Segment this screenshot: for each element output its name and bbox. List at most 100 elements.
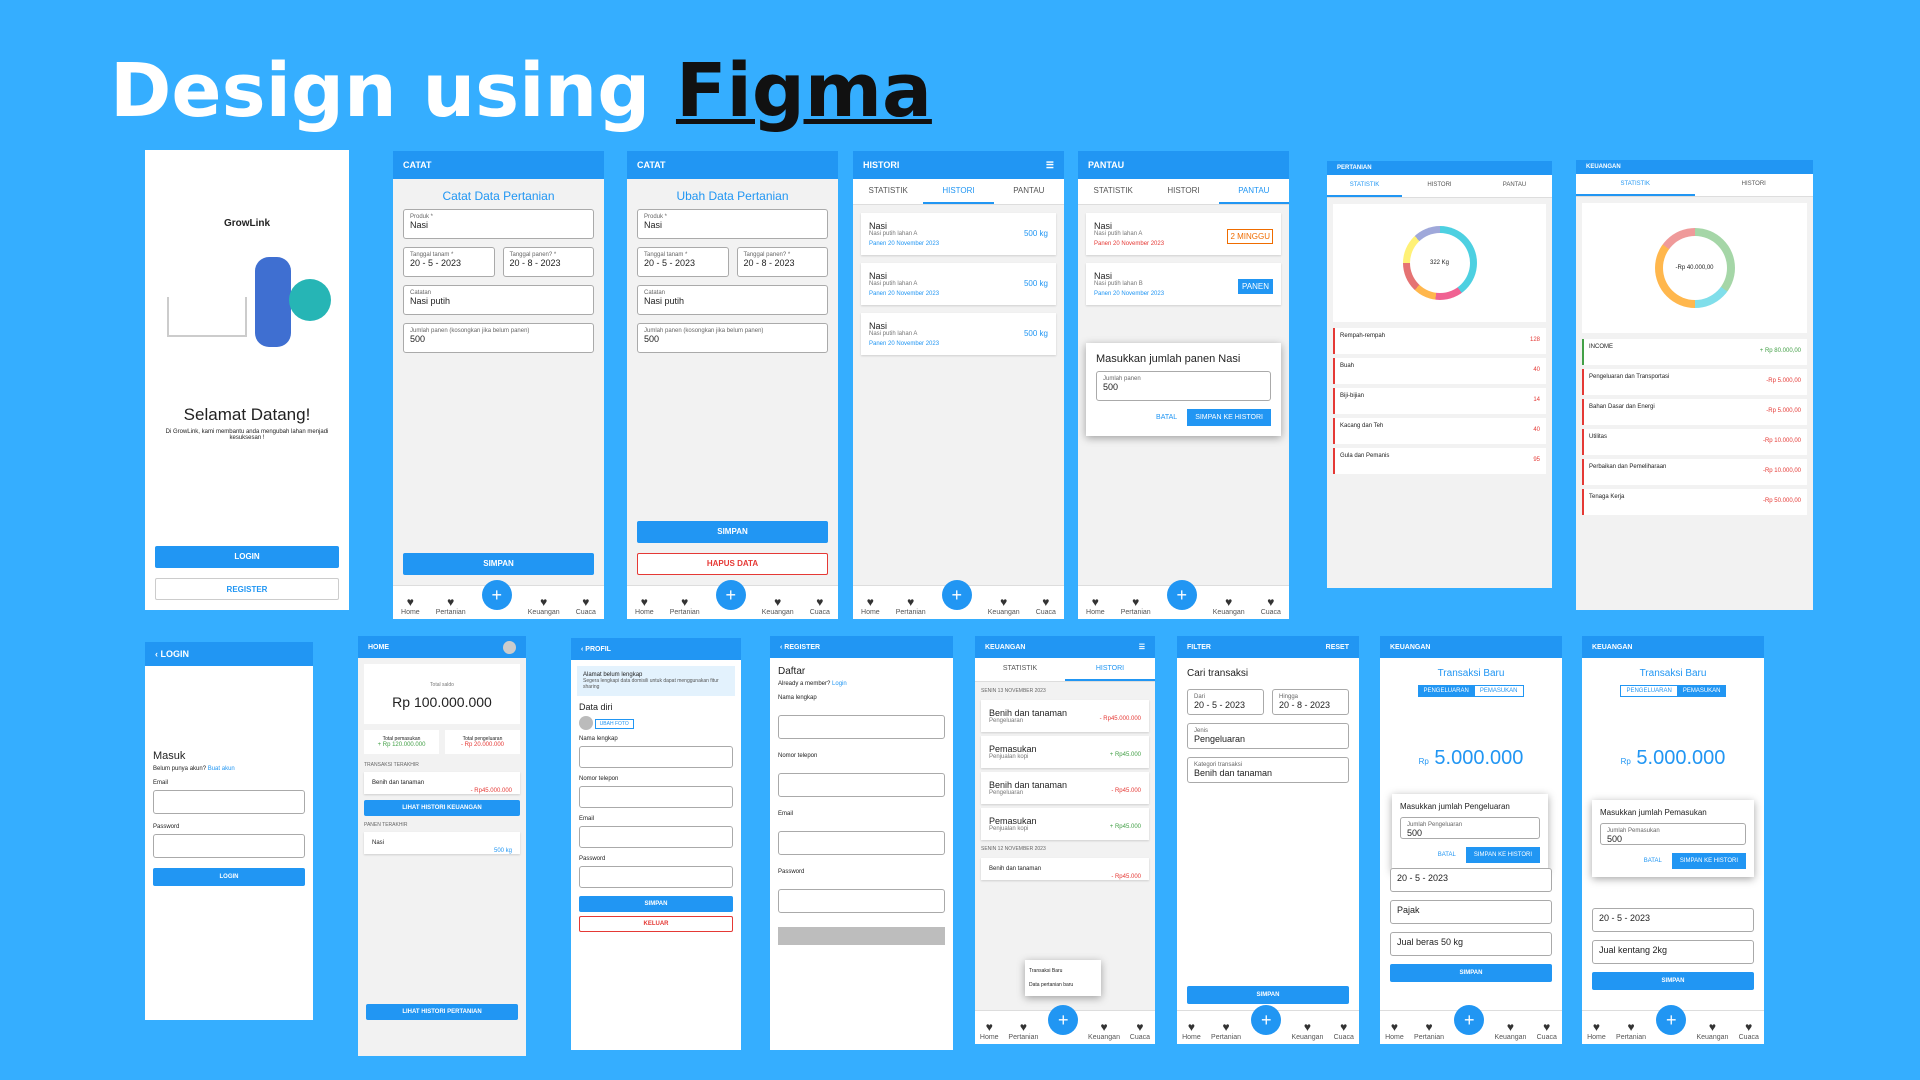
histori-pertanian-button[interactable]: LIHAT HISTORI PERTANIAN: [366, 1004, 518, 1020]
list-item[interactable]: Bahan Dasar dan Energi -Rp 5.000,00: [1582, 399, 1807, 425]
nav-cuaca[interactable]: ♥ Cuaca: [1261, 595, 1281, 616]
list-item[interactable]: Kacang dan Teh 40: [1333, 418, 1546, 444]
list-item[interactable]: Gula dan Pemanis 95: [1333, 448, 1546, 474]
list-item[interactable]: Utilitas -Rp 10.000,00: [1582, 429, 1807, 455]
kategori-select[interactable]: Kategori transaksi Benih dan tanaman: [1187, 757, 1349, 783]
tanam-field[interactable]: Tanggal tanam * 20 - 5 - 2023: [403, 247, 495, 277]
simpan-button[interactable]: SIMPAN: [1390, 964, 1552, 982]
nav-home[interactable]: ♥ Home: [980, 1020, 999, 1041]
histori-keuangan-button[interactable]: LIHAT HISTORI KEUANGAN: [364, 800, 520, 816]
panen-field[interactable]: Tanggal panen? * 20 - 8 - 2023: [736, 247, 828, 277]
batal-button[interactable]: BATAL: [1644, 858, 1662, 864]
back-icon[interactable]: ‹: [581, 646, 583, 653]
keterangan-field[interactable]: Jual beras 50 kg: [1390, 932, 1552, 956]
tanggal-field[interactable]: 20 - 5 - 2023: [1592, 908, 1754, 932]
add-button[interactable]: +: [1656, 1005, 1687, 1035]
jumlah-field[interactable]: Jumlah panen (kosongkan jika belum panen…: [637, 323, 828, 353]
telp-field[interactable]: [579, 786, 733, 808]
nav-home[interactable]: ♥ Home: [861, 595, 880, 616]
back-icon[interactable]: ‹: [780, 644, 782, 651]
nav-home[interactable]: ♥ Home: [1587, 1020, 1606, 1041]
nav-cuaca[interactable]: ♥ Cuaca: [1036, 595, 1056, 616]
tab-statistik[interactable]: STATISTIK: [975, 658, 1065, 681]
email-field[interactable]: [778, 831, 945, 855]
login-button[interactable]: LOGIN: [153, 868, 305, 886]
nav-cuaca[interactable]: ♥ Cuaca: [1130, 1020, 1150, 1041]
jumlah-field[interactable]: Jumlah Pengeluaran 500: [1400, 817, 1540, 839]
nav-keuangan[interactable]: ♥ Keuangan: [988, 595, 1020, 616]
produk-field[interactable]: Produk * Nasi: [403, 209, 594, 239]
simpan-button[interactable]: SIMPAN: [403, 553, 594, 575]
panen-field[interactable]: Tanggal panen? * 20 - 8 - 2023: [502, 247, 594, 277]
list-item[interactable]: Perbaikan dan Pemeliharaan -Rp 10.000,00: [1582, 459, 1807, 485]
seg-pengeluaran[interactable]: PENGELUARAN: [1418, 685, 1474, 697]
tab-pantau[interactable]: PANTAU: [1477, 175, 1552, 197]
nav-home[interactable]: ♥ Home: [401, 595, 420, 616]
seg-pengeluaran[interactable]: PENGELUARAN: [1620, 685, 1678, 697]
password-field[interactable]: [778, 889, 945, 913]
jumlah-field[interactable]: Jumlah panen (kosongkan jika belum panen…: [403, 323, 594, 353]
nama-field[interactable]: [778, 715, 945, 739]
nav-keuangan[interactable]: ♥ Keuangan: [528, 595, 560, 616]
list-item[interactable]: Buah 40: [1333, 358, 1546, 384]
nav-home[interactable]: ♥ Home: [635, 595, 654, 616]
simpan-histori-button[interactable]: SIMPAN KE HISTORI: [1671, 853, 1746, 869]
tab-histori[interactable]: HISTORI: [1695, 174, 1814, 196]
list-item[interactable]: Nasi Nasi putih lahan A Panen 20 November …: [861, 313, 1056, 355]
password-field[interactable]: [579, 866, 733, 888]
email-field[interactable]: [153, 790, 305, 814]
simpan-button[interactable]: SIMPAN: [579, 896, 733, 912]
tab-pantau[interactable]: PANTAU: [1218, 179, 1289, 204]
keluar-button[interactable]: KELUAR: [579, 916, 733, 932]
jumlah-field[interactable]: Jumlah Pemasukan 500: [1600, 823, 1746, 845]
list-item[interactable]: Biji-bijian 14: [1333, 388, 1546, 414]
register-button[interactable]: REGISTER: [155, 578, 339, 600]
list-item[interactable]: Rempah-rempah 128: [1333, 328, 1546, 354]
list-item[interactable]: Benih dan tanaman Pengeluaran - Rp45.000.0…: [981, 700, 1149, 732]
jumlah-field[interactable]: Jumlah panen 500: [1096, 371, 1271, 401]
list-item[interactable]: Benih dan tanaman Pengeluaran - Rp45.000: [981, 772, 1149, 804]
seg-pemasukan[interactable]: PEMASUKAN: [1473, 685, 1524, 697]
list-item[interactable]: Nasi Nasi putih lahan A Panen 20 November …: [861, 263, 1056, 305]
buat-akun-link[interactable]: Buat akun: [208, 766, 235, 772]
nav-keuangan[interactable]: ♥ Keuangan: [1494, 1020, 1526, 1041]
hingga-field[interactable]: Hingga 20 - 8 - 2023: [1272, 689, 1349, 715]
login-link[interactable]: Login: [832, 681, 847, 687]
add-button[interactable]: +: [715, 580, 746, 610]
nav-pertanian[interactable]: ♥ Pertanian: [1121, 595, 1151, 616]
nav-pertanian[interactable]: ♥ Pertanian: [1616, 1020, 1646, 1041]
nav-keuangan[interactable]: ♥ Keuangan: [1088, 1020, 1120, 1041]
email-field[interactable]: [579, 826, 733, 848]
list-item[interactable]: Benih dan tanaman - Rp45.000: [981, 858, 1149, 880]
tab-statistik[interactable]: STATISTIK: [1576, 174, 1695, 196]
nav-pertanian[interactable]: ♥ Pertanian: [436, 595, 466, 616]
nav-pertanian[interactable]: ♥ Pertanian: [1008, 1020, 1038, 1041]
dari-field[interactable]: Dari 20 - 5 - 2023: [1187, 689, 1264, 715]
tanggal-field[interactable]: 20 - 5 - 2023: [1390, 868, 1552, 892]
nav-pertanian[interactable]: ♥ Pertanian: [1414, 1020, 1444, 1041]
nama-field[interactable]: [579, 746, 733, 768]
list-item[interactable]: Tenaga Kerja -Rp 50.000,00: [1582, 489, 1807, 515]
filter-icon[interactable]: ☰: [1046, 160, 1054, 171]
batal-button[interactable]: BATAL: [1156, 414, 1177, 421]
simpan-button[interactable]: SIMPAN: [1187, 986, 1349, 1004]
simpan-histori-button[interactable]: SIMPAN KE HISTORI: [1187, 409, 1271, 426]
list-item[interactable]: INCOME + Rp 80.000,00: [1582, 339, 1807, 365]
list-item[interactable]: Pengeluaran dan Transportasi -Rp 5.000,00: [1582, 369, 1807, 395]
list-item[interactable]: Benih dan tanaman - Rp45.000.000: [364, 772, 520, 794]
list-item[interactable]: Pemasukan Penjualan kopi + Rp45.000: [981, 736, 1149, 768]
simpan-button[interactable]: SIMPAN: [637, 521, 828, 543]
add-button[interactable]: +: [1454, 1005, 1485, 1035]
nav-home[interactable]: ♥ Home: [1182, 1020, 1201, 1041]
nav-pertanian[interactable]: ♥ Pertanian: [1211, 1020, 1241, 1041]
list-item[interactable]: Nasi 500 kg: [364, 832, 520, 854]
add-button[interactable]: +: [1251, 1005, 1282, 1035]
hapus-button[interactable]: HAPUS DATA: [637, 553, 828, 575]
nav-keuangan[interactable]: ♥ Keuangan: [762, 595, 794, 616]
back-icon[interactable]: ‹: [155, 649, 158, 659]
nav-keuangan[interactable]: ♥ Keuangan: [1696, 1020, 1728, 1041]
catatan-field[interactable]: Catatan Nasi putih: [637, 285, 828, 315]
tab-histori[interactable]: HISTORI: [923, 179, 994, 204]
add-button[interactable]: +: [1048, 1005, 1079, 1035]
nav-pertanian[interactable]: ♥ Pertanian: [670, 595, 700, 616]
